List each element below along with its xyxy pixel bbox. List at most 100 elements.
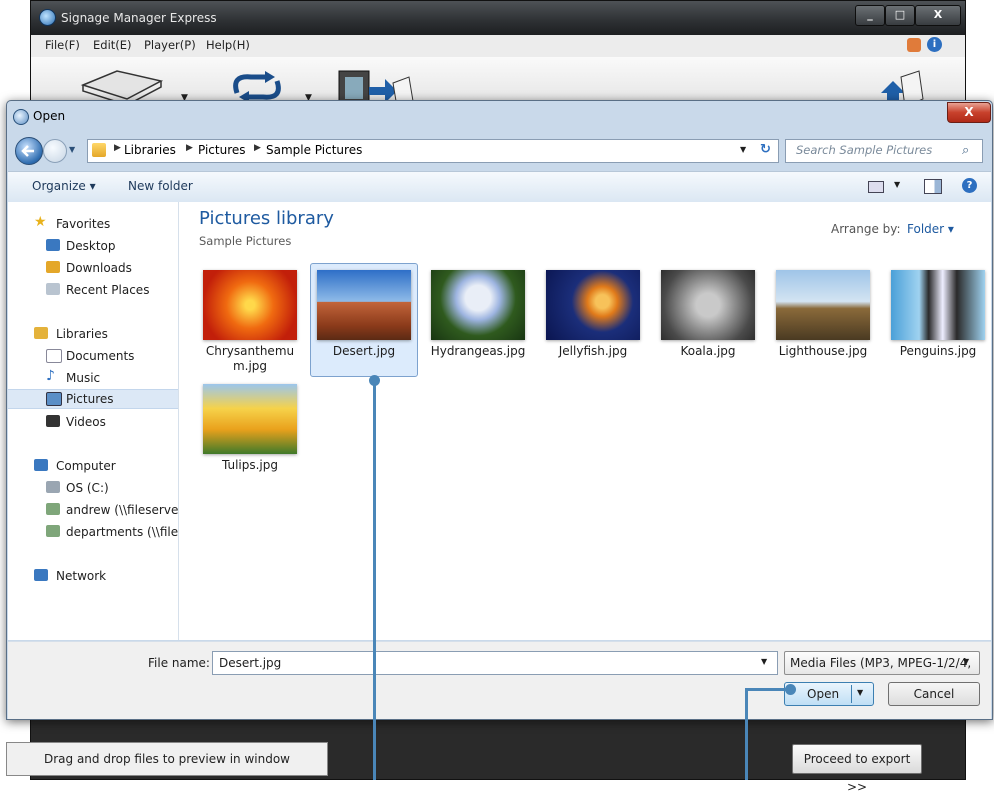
info-icon[interactable]: i: [927, 37, 942, 52]
search-box[interactable]: Search Sample Pictures ⌕: [785, 139, 983, 163]
file-list-pane: Pictures library Sample Pictures Arrange…: [179, 202, 991, 640]
callout-line: [373, 380, 376, 780]
menu-edit[interactable]: Edit(E): [93, 38, 132, 52]
file-thumbnail-selected[interactable]: Desert.jpg: [310, 263, 418, 377]
nav-departments-share[interactable]: departments (\\files: [8, 522, 178, 542]
menu-file[interactable]: File(F): [45, 38, 80, 52]
nav-computer[interactable]: Computer: [8, 456, 178, 476]
refresh-icon[interactable]: ↻: [760, 142, 771, 157]
file-thumbnail[interactable]: Koala.jpg: [655, 264, 761, 376]
network-drive-icon: [46, 503, 60, 515]
nav-documents[interactable]: Documents: [8, 346, 178, 366]
computer-icon: [34, 459, 48, 471]
documents-icon: [46, 349, 62, 363]
help-icon[interactable]: ?: [962, 178, 977, 193]
file-thumbnail[interactable]: Lighthouse.jpg: [770, 264, 876, 376]
nav-libraries[interactable]: Libraries: [8, 324, 178, 344]
file-thumbnail[interactable]: Hydrangeas.jpg: [425, 264, 531, 376]
open-dialog: Open X ▼ ▶ Libraries ▶ Pictures ▶ Sample…: [6, 100, 993, 720]
dialog-close-button[interactable]: X: [947, 102, 991, 123]
preview-pane-icon[interactable]: [924, 179, 942, 194]
back-button[interactable]: [15, 137, 43, 165]
file-thumbnail[interactable]: Chrysanthemum.jpg: [197, 264, 303, 376]
file-thumbnail[interactable]: Penguins.jpg: [885, 264, 991, 376]
menu-player[interactable]: Player(P): [144, 38, 196, 52]
drive-icon: [46, 481, 60, 493]
recent-pages-dropdown-icon[interactable]: ▼: [69, 145, 75, 154]
file-type-select[interactable]: Media Files (MP3, MPEG-1/2/4, ▼: [784, 651, 980, 675]
file-name: Desert.jpg: [332, 344, 396, 358]
nav-label: Downloads: [66, 261, 132, 275]
player-device-icon[interactable]: [77, 65, 167, 105]
maximize-button[interactable]: □: [885, 5, 915, 26]
app-menu-bar: File(F) Edit(E) Player(P) Help(H) i: [31, 35, 965, 57]
nav-videos[interactable]: Videos: [8, 412, 178, 432]
breadcrumb-libraries[interactable]: Libraries: [124, 143, 176, 157]
search-icon[interactable]: ⌕: [962, 143, 969, 158]
proceed-to-export-button[interactable]: Proceed to export >>: [792, 744, 922, 794]
minimize-button[interactable]: _: [855, 5, 885, 26]
file-name: Lighthouse.jpg: [778, 344, 868, 358]
nav-label: Favorites: [56, 217, 111, 231]
music-icon: ♪: [46, 368, 55, 384]
file-name: Chrysanthemum.jpg: [205, 344, 295, 373]
open-options-dropdown-icon[interactable]: ▼: [857, 688, 863, 697]
navigation-pane: ★ Favorites Desktop Downloads Recent Pla…: [8, 202, 179, 640]
cancel-button[interactable]: Cancel: [888, 682, 980, 706]
jellyfish-image: [546, 270, 640, 340]
file-name: Koala.jpg: [680, 344, 736, 358]
nav-label: Libraries: [56, 327, 108, 341]
file-name-dropdown-icon[interactable]: ▼: [761, 657, 767, 666]
view-dropdown-icon[interactable]: ▼: [894, 180, 900, 189]
library-subtitle: Sample Pictures: [199, 234, 292, 248]
new-folder-button[interactable]: New folder: [128, 179, 193, 193]
callout-line: [748, 688, 788, 691]
penguins-image: [891, 270, 985, 340]
file-thumbnail[interactable]: Tulips.jpg: [197, 378, 303, 490]
arrange-by-dropdown[interactable]: Folder ▾: [907, 222, 954, 236]
breadcrumb-separator-icon: ▶: [114, 143, 121, 153]
nav-andrew-share[interactable]: andrew (\\fileserver2: [8, 500, 178, 520]
breadcrumb-pictures[interactable]: Pictures: [198, 143, 246, 157]
file-type-value: Media Files (MP3, MPEG-1/2/4,: [790, 656, 972, 670]
address-bar[interactable]: ▶ Libraries ▶ Pictures ▶ Sample Pictures…: [87, 139, 779, 163]
nav-pictures[interactable]: Pictures: [8, 389, 178, 409]
breadcrumb-sample-pictures[interactable]: Sample Pictures: [266, 143, 362, 157]
drop-zone[interactable]: Drag and drop files to preview in window: [6, 742, 328, 776]
nav-downloads[interactable]: Downloads: [8, 258, 178, 278]
forward-button[interactable]: [43, 139, 67, 163]
file-name-input[interactable]: Desert.jpg ▼: [212, 651, 778, 675]
nav-label: departments (\\files: [66, 525, 178, 539]
organize-button[interactable]: Organize ▾: [32, 179, 96, 193]
downloads-icon: [46, 261, 60, 273]
nav-desktop[interactable]: Desktop: [8, 236, 178, 256]
rss-icon[interactable]: [907, 38, 921, 52]
menu-help[interactable]: Help(H): [206, 38, 250, 52]
nav-recent-places[interactable]: Recent Places: [8, 280, 178, 300]
breadcrumb-separator-icon: ▶: [254, 143, 261, 153]
videos-icon: [46, 415, 60, 427]
nav-os-drive[interactable]: OS (C:): [8, 478, 178, 498]
file-name-value: Desert.jpg: [219, 656, 282, 670]
koala-image: [661, 270, 755, 340]
app-title: Signage Manager Express: [61, 11, 217, 25]
nav-favorites[interactable]: ★ Favorites: [8, 214, 178, 234]
back-arrow-icon: [21, 145, 34, 157]
open-button[interactable]: Open ▼: [784, 682, 874, 706]
view-options-icon[interactable]: [868, 181, 884, 193]
file-name-label: File name:: [148, 656, 210, 670]
close-button[interactable]: X: [915, 5, 961, 26]
nav-label: andrew (\\fileserver2: [66, 503, 178, 517]
nav-network[interactable]: Network: [8, 566, 178, 586]
desktop-icon: [46, 239, 60, 251]
recent-places-icon: [46, 283, 60, 295]
file-thumbnail[interactable]: Jellyfish.jpg: [540, 264, 646, 376]
nav-music[interactable]: ♪ Music: [8, 368, 178, 388]
star-icon: ★: [34, 214, 47, 230]
address-dropdown-icon[interactable]: ▼: [740, 145, 746, 154]
network-icon: [34, 569, 48, 581]
nav-label: Desktop: [66, 239, 116, 253]
nav-label: OS (C:): [66, 481, 109, 495]
file-name: Jellyfish.jpg: [558, 344, 628, 358]
dialog-footer: File name: Desert.jpg ▼ Media Files (MP3…: [8, 641, 991, 719]
